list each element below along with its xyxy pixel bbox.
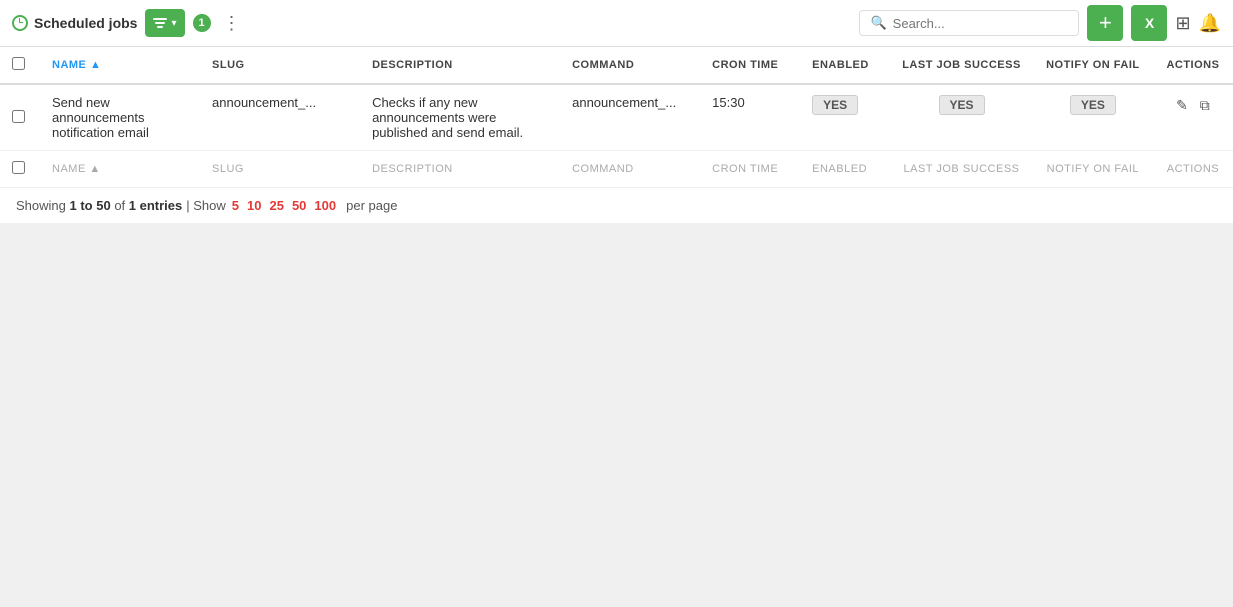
footer-header-notify-on-fail: NOTIFY ON FAIL [1033, 151, 1153, 188]
jobs-table: NAME ▲ SLUG DESCRIPTION COMMAND CRON TIM… [0, 47, 1233, 187]
header-cron-time: CRON TIME [700, 47, 800, 84]
filter-icon [153, 17, 167, 29]
header-last-job-success: LAST JOB SUCCESS [890, 47, 1033, 84]
per-page-label: per page [346, 198, 397, 213]
header-slug: SLUG [200, 47, 360, 84]
show-25-link[interactable]: 25 [267, 198, 285, 213]
page-title: Scheduled jobs [12, 15, 137, 31]
actions-cell: ✎ ⧉ [1165, 95, 1221, 116]
pagination-showing: Showing 1 to 50 of 1 entries [16, 198, 182, 213]
table-row: Send new announcements notification emai… [0, 84, 1233, 151]
header-command: COMMAND [560, 47, 700, 84]
export-excel-button[interactable]: X [1131, 5, 1167, 41]
filter-badge: 1 [193, 14, 211, 32]
clock-icon [12, 15, 28, 31]
copy-button[interactable]: ⧉ [1196, 95, 1214, 116]
row-cron-time: 15:30 [700, 84, 800, 151]
footer-header-cron-time: CRON TIME [700, 151, 800, 188]
page-title-text: Scheduled jobs [34, 15, 137, 31]
show-10-link[interactable]: 10 [245, 198, 263, 213]
filter-button[interactable]: ▾ [145, 9, 184, 37]
search-input[interactable] [893, 16, 1069, 31]
notifications-icon[interactable]: 🔔 [1199, 13, 1221, 34]
show-5-link[interactable]: 5 [230, 198, 241, 213]
row-description: Checks if any new announcements were pub… [360, 84, 560, 151]
row-last-job-success: YES [890, 84, 1033, 151]
row-checkbox-cell [0, 84, 40, 151]
add-button[interactable]: + [1087, 5, 1123, 41]
more-options-button[interactable]: ⋮ [219, 9, 247, 38]
footer-header-description: DESCRIPTION [360, 151, 560, 188]
footer-header-name: NAME ▲ [40, 151, 200, 188]
select-all-checkbox[interactable] [12, 57, 25, 70]
jobs-table-wrapper: NAME ▲ SLUG DESCRIPTION COMMAND CRON TIM… [0, 47, 1233, 187]
pagination-total: 1 entries [129, 198, 182, 213]
search-icon: 🔍 [870, 15, 886, 31]
footer-header-actions: ACTIONS [1153, 151, 1233, 188]
header-notify-on-fail: NOTIFY ON FAIL [1033, 47, 1153, 84]
row-command: announcement_... [560, 84, 700, 151]
pagination-show-label: | Show [186, 198, 226, 213]
header-name[interactable]: NAME ▲ [40, 47, 200, 84]
show-50-link[interactable]: 50 [290, 198, 308, 213]
show-100-link[interactable]: 100 [312, 198, 338, 213]
enabled-badge: YES [812, 95, 858, 115]
last-job-badge: YES [939, 95, 985, 115]
row-enabled: YES [800, 84, 890, 151]
table-body: Send new announcements notification emai… [0, 84, 1233, 151]
pagination-bar: Showing 1 to 50 of 1 entries | Show 5 10… [0, 187, 1233, 223]
chevron-down-icon: ▾ [171, 18, 176, 29]
toolbar: Scheduled jobs ▾ 1 ⋮ 🔍 + X ⊞ 🔔 [0, 0, 1233, 47]
footer-header-command: COMMAND [560, 151, 700, 188]
footer-header-slug: SLUG [200, 151, 360, 188]
table-footer-header: NAME ▲ SLUG DESCRIPTION COMMAND CRON TIM… [0, 151, 1233, 188]
header-enabled: ENABLED [800, 47, 890, 84]
grid-view-icon[interactable]: ⊞ [1175, 13, 1190, 34]
header-actions: ACTIONS [1153, 47, 1233, 84]
footer-select-all-checkbox[interactable] [12, 161, 25, 174]
header-description: DESCRIPTION [360, 47, 560, 84]
row-name: Send new announcements notification emai… [40, 84, 200, 151]
footer-header-enabled: ENABLED [800, 151, 890, 188]
search-wrapper: 🔍 [859, 10, 1079, 36]
pagination-range: 1 to 50 [70, 198, 111, 213]
footer-header-last-job-success: LAST JOB SUCCESS [890, 151, 1033, 188]
row-slug: announcement_... [200, 84, 360, 151]
row-checkbox[interactable] [12, 110, 25, 123]
row-actions: ✎ ⧉ [1153, 84, 1233, 151]
row-notify-on-fail: YES [1033, 84, 1153, 151]
edit-button[interactable]: ✎ [1172, 95, 1192, 116]
notify-badge: YES [1070, 95, 1116, 115]
header-checkbox-cell [0, 47, 40, 84]
table-header: NAME ▲ SLUG DESCRIPTION COMMAND CRON TIM… [0, 47, 1233, 84]
